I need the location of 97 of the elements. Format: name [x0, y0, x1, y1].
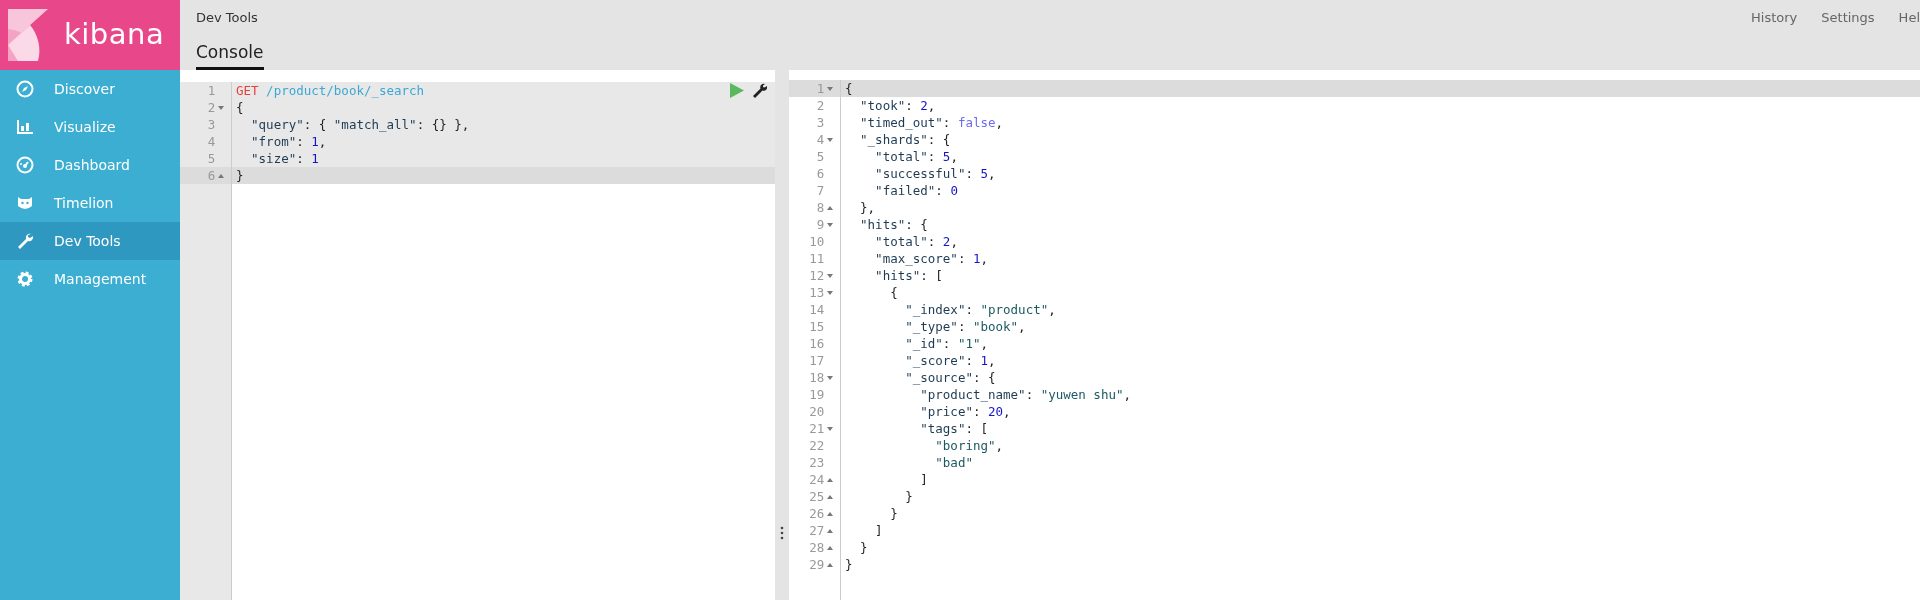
line-number: 1	[815, 80, 825, 97]
line-number: 27	[808, 522, 825, 539]
code-line: "_shards": {	[859, 132, 951, 147]
line-number: 10	[808, 233, 825, 250]
code-line: GET /product/book/_search	[236, 83, 425, 98]
caret-down-icon[interactable]	[217, 103, 226, 112]
kibana-logo-icon	[8, 9, 48, 61]
code-line: {	[845, 81, 853, 96]
compass-icon	[16, 80, 34, 98]
animal-face-icon	[16, 194, 34, 212]
code-line: "_id": "1",	[904, 336, 988, 351]
code-line: "tags": [	[919, 421, 988, 436]
line-number: 12	[808, 267, 825, 284]
code-line: }	[236, 168, 244, 183]
line-number: 7	[815, 182, 825, 199]
code-line: "took": 2,	[859, 98, 936, 113]
code-line: "total": 2,	[874, 234, 958, 249]
wrench-icon[interactable]	[752, 83, 767, 98]
breadcrumb-text: Dev Tools	[196, 9, 258, 27]
code-line: "price": 20,	[919, 404, 1011, 419]
line-number: 8	[815, 199, 825, 216]
code-line: "successful": 5,	[874, 166, 996, 181]
sidebar-item[interactable]: Dashboard	[0, 146, 180, 184]
code-line: "total": 5,	[874, 149, 958, 164]
caret-down-icon[interactable]	[826, 220, 835, 229]
line-number: 18	[808, 369, 825, 386]
code-line: "_source": {	[904, 370, 996, 385]
code-line: "timed_out": false,	[859, 115, 1004, 130]
line-number: 5	[206, 150, 216, 167]
caret-down-icon[interactable]	[826, 373, 835, 382]
line-number: 29	[808, 556, 825, 573]
bar-chart-icon	[16, 118, 34, 136]
line-number: 16	[808, 335, 825, 352]
line-number: 4	[206, 133, 216, 150]
code-line: "max_score": 1,	[874, 251, 988, 266]
code-line: "_score": 1,	[904, 353, 996, 368]
line-number: 28	[808, 539, 825, 556]
line-number: 13	[808, 284, 825, 301]
code-line: "query": { "match_all": {} },	[250, 117, 470, 132]
line-number: 1	[206, 82, 216, 99]
sidebar-item[interactable]: Visualize	[0, 108, 180, 146]
sidebar-item[interactable]: Timelion	[0, 184, 180, 222]
line-number: 2	[206, 99, 216, 116]
tab[interactable]: Console	[196, 39, 264, 70]
line-number: 3	[206, 116, 216, 133]
code-line: }	[859, 540, 868, 555]
code-line: },	[859, 200, 876, 215]
code-line: "failed": 0	[874, 183, 958, 198]
line-number: 6	[815, 165, 825, 182]
code-line: }	[845, 557, 853, 572]
code-line: "hits": {	[859, 217, 928, 232]
code-line: }	[889, 506, 898, 521]
code-line: "size": 1	[250, 151, 319, 166]
line-number: 11	[808, 250, 825, 267]
header-link[interactable]: Hel	[1898, 8, 1920, 28]
header-link[interactable]: Settings	[1821, 8, 1875, 28]
code-line: {	[236, 100, 244, 115]
line-number: 24	[808, 471, 825, 488]
code-line: "boring",	[934, 438, 1004, 453]
gear-icon	[16, 270, 34, 288]
line-number: 25	[808, 488, 825, 505]
line-number: 3	[815, 114, 825, 131]
code-line: "bad"	[934, 455, 973, 470]
caret-down-icon[interactable]	[826, 135, 835, 144]
sidebar-item[interactable]: Dev Tools	[0, 222, 180, 260]
code-line: ]	[919, 472, 928, 487]
line-number: 22	[808, 437, 825, 454]
line-number: 21	[808, 420, 825, 437]
caret-down-icon[interactable]	[826, 84, 835, 93]
code-line: "from": 1,	[250, 134, 327, 149]
code-line: ]	[874, 523, 883, 538]
gauge-icon	[16, 156, 34, 174]
resize-handle-icon[interactable]	[780, 526, 784, 540]
line-number: 4	[815, 131, 825, 148]
sidebar-item[interactable]: Management	[0, 260, 180, 298]
line-number: 20	[808, 403, 825, 420]
code-line: "product_name": "yuwen shu",	[919, 387, 1131, 402]
caret-down-icon[interactable]	[826, 424, 835, 433]
line-number: 19	[808, 386, 825, 403]
line-number: 23	[808, 454, 825, 471]
line-number: 17	[808, 352, 825, 369]
line-number: 14	[808, 301, 825, 318]
code-line: }	[904, 489, 913, 504]
code-line: "hits": [	[874, 268, 943, 283]
header-link[interactable]: History	[1751, 8, 1798, 28]
sidebar-item[interactable]: Discover	[0, 70, 180, 108]
line-number: 15	[808, 318, 825, 335]
code-line: "_type": "book",	[904, 319, 1026, 334]
logo-text: kibana	[64, 16, 165, 54]
line-number: 5	[815, 148, 825, 165]
code-line: "_index": "product",	[904, 302, 1056, 317]
line-number: 2	[815, 97, 825, 114]
line-number: 9	[815, 216, 825, 233]
line-number: 26	[808, 505, 825, 522]
wrench-icon	[16, 232, 34, 250]
code-line: {	[889, 285, 898, 300]
line-number: 6	[206, 167, 216, 184]
